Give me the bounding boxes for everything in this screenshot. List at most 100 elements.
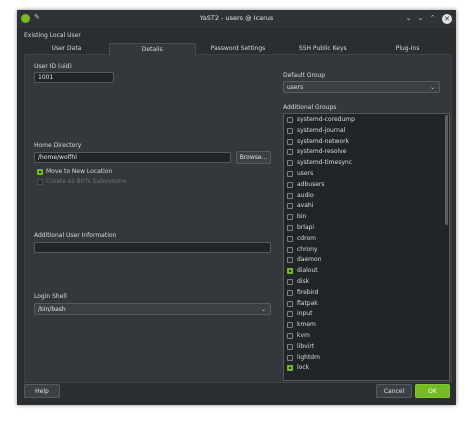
group-item[interactable]: chrony xyxy=(284,245,439,255)
group-checkbox[interactable] xyxy=(287,279,293,285)
group-item[interactable]: audio xyxy=(284,191,439,201)
group-item[interactable]: input xyxy=(284,309,439,319)
yast-window: ✎ YaST2 - users @ Icarus ⌄ ⌄ ⌃ ✕ Existin… xyxy=(17,10,456,405)
group-item[interactable]: lightdm xyxy=(284,353,439,363)
group-item[interactable]: firebird xyxy=(284,288,439,298)
ok-button[interactable]: OK xyxy=(415,384,450,398)
group-item[interactable]: avahi xyxy=(284,201,439,211)
move-to-new-location-checkbox[interactable] xyxy=(37,169,43,175)
default-group-combo[interactable]: users ⌄ xyxy=(283,81,440,93)
group-checkbox[interactable] xyxy=(287,365,293,372)
close-icon[interactable]: ✕ xyxy=(442,14,452,24)
home-directory-field[interactable]: /home/wolfhl xyxy=(34,152,231,163)
group-item[interactable]: users xyxy=(284,169,439,179)
group-name: cdrom xyxy=(297,234,316,242)
group-name: systemd-timesync xyxy=(297,159,352,167)
group-checkbox[interactable] xyxy=(287,225,293,231)
additional-groups-label: Additional Groups xyxy=(283,104,337,111)
group-name: daemon xyxy=(297,256,322,264)
btrfs-subvolume-label: Create as Btrfs Subvolume xyxy=(46,178,127,185)
group-item[interactable]: brlapi xyxy=(284,223,439,233)
group-checkbox[interactable] xyxy=(287,214,293,221)
group-checkbox[interactable] xyxy=(287,257,293,264)
group-checkbox[interactable] xyxy=(287,181,293,188)
group-item[interactable]: systemd-network xyxy=(284,137,439,147)
group-checkbox[interactable] xyxy=(287,343,293,350)
group-name: flatpak xyxy=(297,299,318,307)
group-checkbox[interactable] xyxy=(287,117,293,123)
group-item[interactable]: cdrom xyxy=(284,234,439,244)
group-item[interactable]: disk xyxy=(284,277,439,287)
group-checkbox[interactable] xyxy=(287,268,293,275)
group-name: disk xyxy=(297,278,310,285)
group-name: dialout xyxy=(297,267,318,275)
window-title: YaST2 - users @ Icarus xyxy=(199,14,274,22)
groups-scrollbar[interactable] xyxy=(445,115,448,225)
group-name: chrony xyxy=(297,245,318,253)
group-item[interactable]: systemd-resolve xyxy=(284,147,439,157)
group-checkbox[interactable] xyxy=(287,300,293,307)
group-name: lightdm xyxy=(297,353,320,361)
home-directory-label: Home Directory xyxy=(34,142,82,149)
details-panel: User ID (uid) 1001 Home Directory /home/… xyxy=(24,55,452,383)
group-checkbox[interactable] xyxy=(287,149,293,156)
group-checkbox[interactable] xyxy=(287,235,293,242)
keep-below-icon[interactable]: ⌄ xyxy=(404,13,413,23)
group-name: systemd-resolve xyxy=(297,148,347,156)
minimize-icon[interactable]: ⌄ xyxy=(416,13,425,23)
group-item[interactable]: libvirt xyxy=(284,342,439,352)
default-group-label: Default Group xyxy=(283,72,326,79)
group-item[interactable]: lock xyxy=(284,363,439,373)
tab-user-data[interactable]: User Data xyxy=(24,43,109,55)
cancel-button[interactable]: Cancel xyxy=(376,384,412,398)
group-item[interactable]: systemd-coredump xyxy=(284,115,439,125)
group-name: lock xyxy=(297,364,310,372)
panel-title: Existing Local User xyxy=(24,32,81,39)
tab-plug-ins[interactable]: Plug-Ins xyxy=(365,43,450,55)
group-name: bin xyxy=(297,213,307,221)
group-checkbox[interactable] xyxy=(287,333,293,339)
group-checkbox[interactable] xyxy=(287,160,293,167)
chevron-down-icon: ⌄ xyxy=(429,84,435,91)
title-bar[interactable]: ✎ YaST2 - users @ Icarus ⌄ ⌄ ⌃ ✕ xyxy=(17,10,456,29)
login-shell-combo[interactable]: /bin/bash ⌄ xyxy=(34,303,271,315)
group-item[interactable]: daemon xyxy=(284,255,439,265)
group-checkbox[interactable] xyxy=(287,192,293,199)
group-checkbox[interactable] xyxy=(287,289,293,296)
tab-bar: User Data Details Password Settings SSH … xyxy=(24,43,450,55)
group-name: brlapi xyxy=(297,224,315,231)
group-checkbox[interactable] xyxy=(287,354,293,361)
tab-details[interactable]: Details xyxy=(108,43,196,55)
group-checkbox[interactable] xyxy=(287,138,293,145)
group-item[interactable]: adbusers xyxy=(284,180,439,190)
group-item[interactable]: kvm xyxy=(284,331,439,341)
group-item[interactable]: systemd-journal xyxy=(284,126,439,136)
additional-info-label: Additional User Information xyxy=(34,232,117,239)
login-shell-label: Login Shell xyxy=(34,293,67,300)
additional-info-field[interactable] xyxy=(34,242,271,253)
group-item[interactable]: systemd-timesync xyxy=(284,158,439,168)
help-button[interactable]: Help xyxy=(24,384,60,398)
group-item[interactable]: dialout xyxy=(284,266,439,276)
group-checkbox[interactable] xyxy=(287,127,293,134)
btrfs-subvolume-checkbox[interactable] xyxy=(37,179,43,185)
move-to-new-location-label: Move to New Location xyxy=(46,168,113,175)
group-checkbox[interactable] xyxy=(287,203,293,210)
group-name: systemd-network xyxy=(297,137,350,145)
group-name: input xyxy=(297,310,313,318)
group-checkbox[interactable] xyxy=(287,171,293,177)
chevron-down-icon: ⌄ xyxy=(260,306,266,313)
maximize-icon[interactable]: ⌃ xyxy=(428,13,437,23)
group-item[interactable]: kmem xyxy=(284,320,439,330)
tab-ssh-public-keys[interactable]: SSH Public Keys xyxy=(280,43,366,55)
group-checkbox[interactable] xyxy=(287,246,293,253)
group-name: audio xyxy=(297,191,314,199)
browse-button[interactable]: Browse... xyxy=(236,151,271,164)
group-checkbox[interactable] xyxy=(287,322,293,329)
additional-groups-list[interactable]: systemd-coredump systemd-journal systemd-n… xyxy=(283,113,450,381)
group-item[interactable]: flatpak xyxy=(284,299,439,309)
tab-password-settings[interactable]: Password Settings xyxy=(195,43,281,55)
uid-field[interactable]: 1001 xyxy=(34,72,114,83)
group-checkbox[interactable] xyxy=(287,311,293,318)
group-item[interactable]: bin xyxy=(284,212,439,222)
